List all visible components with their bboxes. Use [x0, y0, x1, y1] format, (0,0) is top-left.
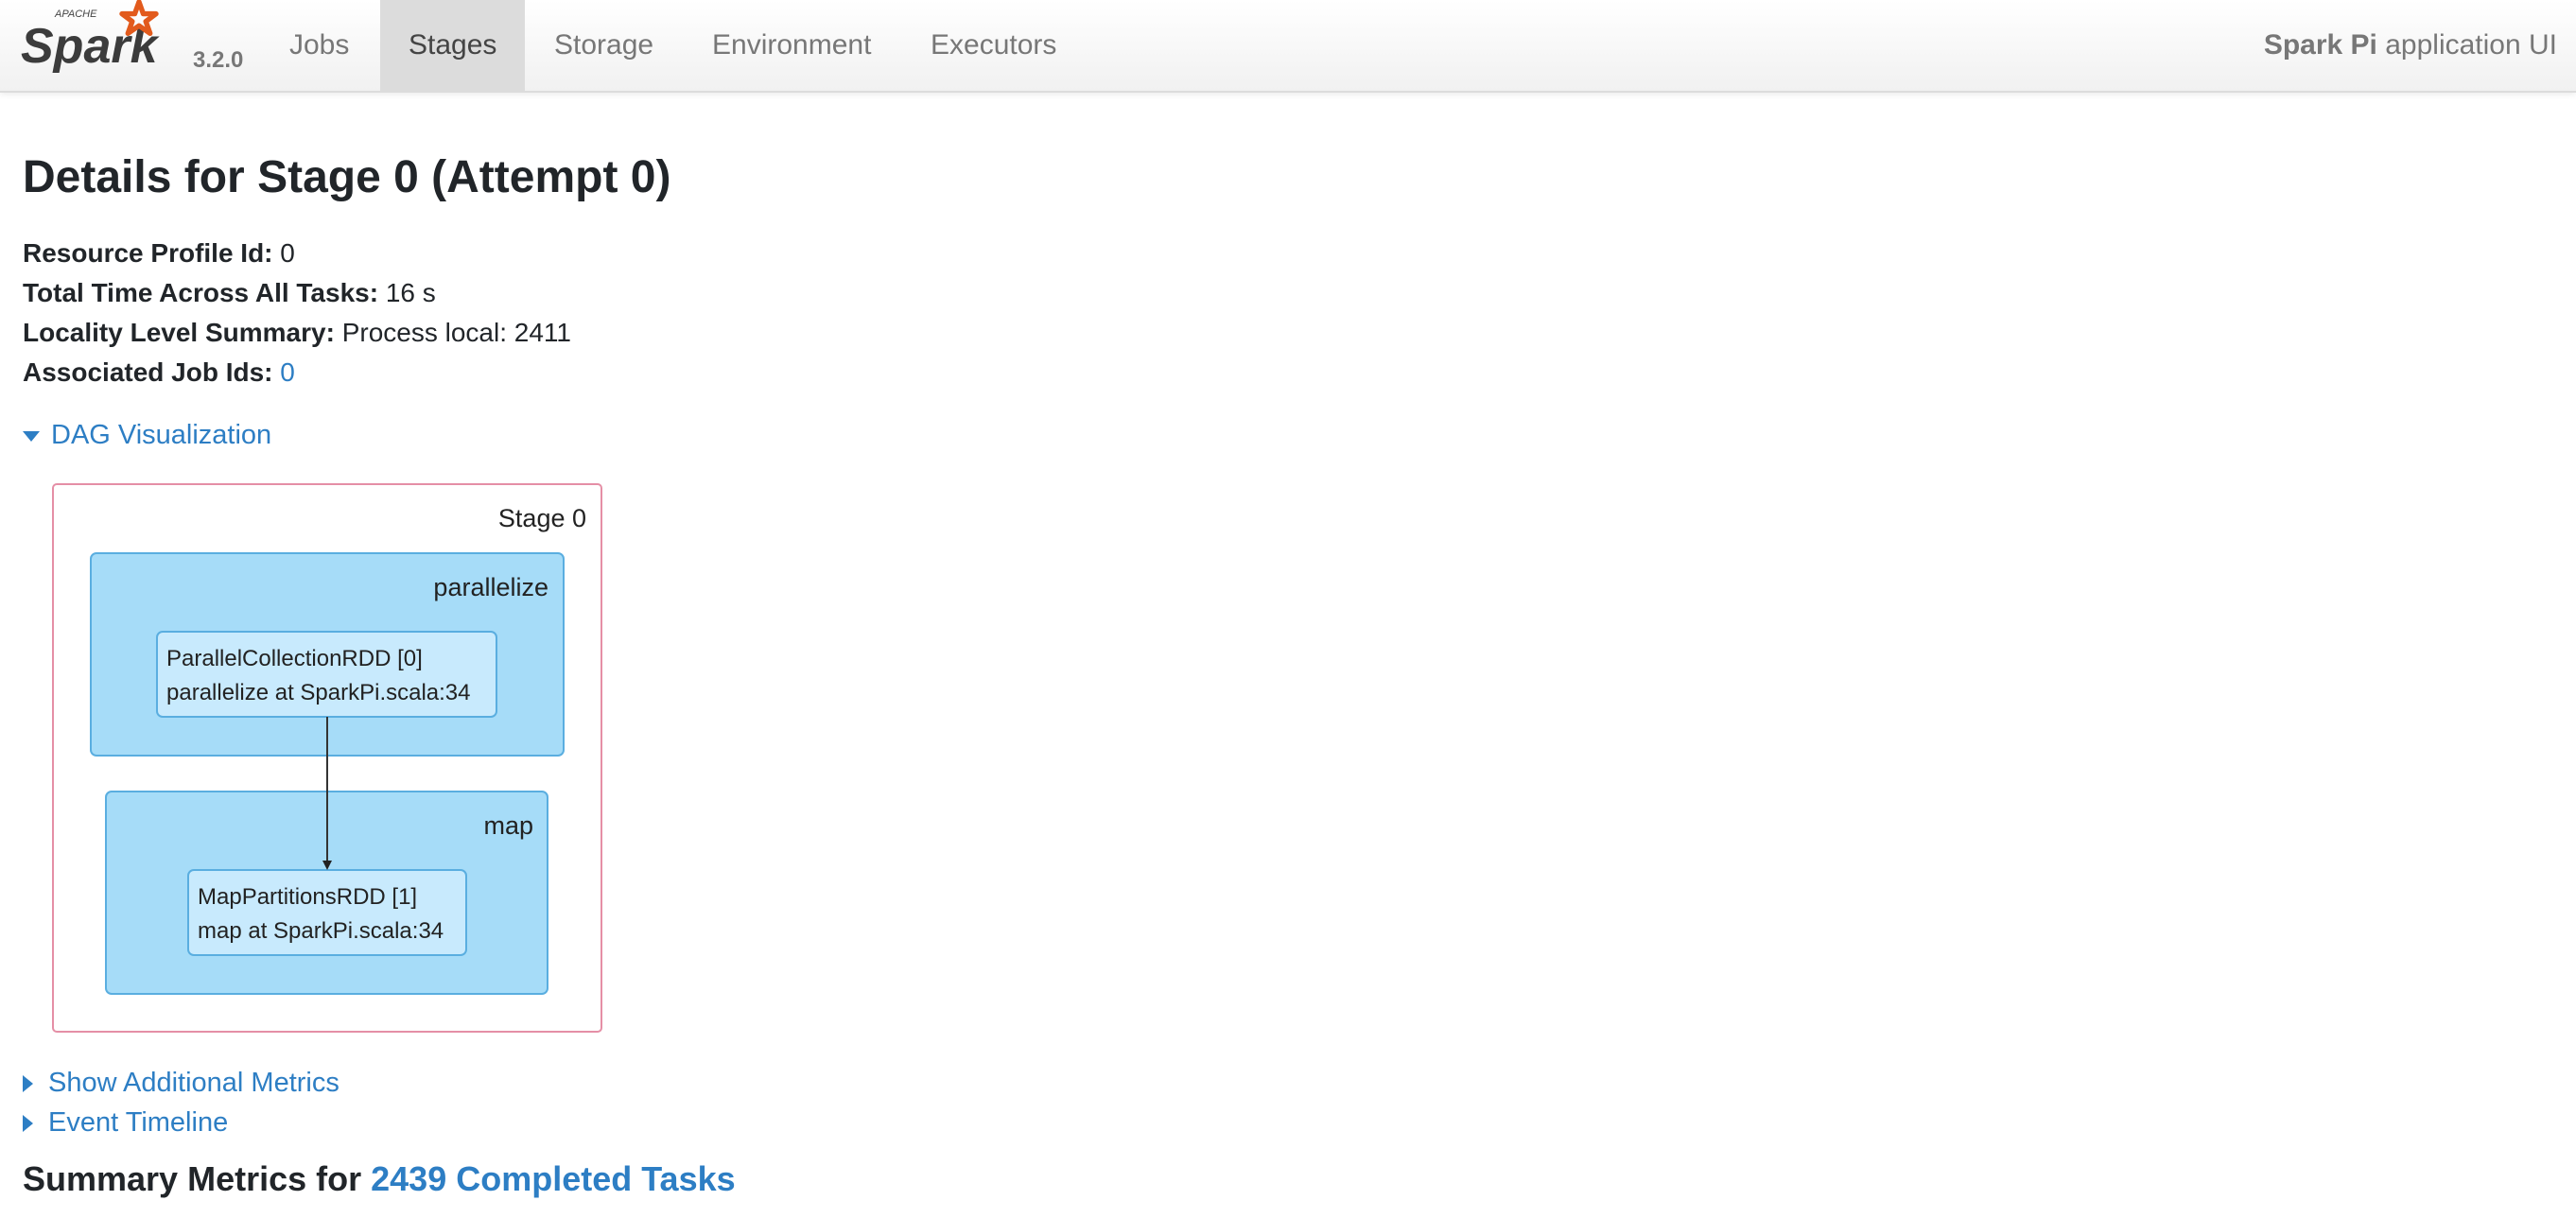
app-suffix: application UI: [2385, 29, 2557, 61]
top-navbar: APACHE Spark 3.2.0 Jobs Stages Storage E…: [0, 0, 2576, 93]
stage-label: Stage 0: [498, 504, 586, 532]
summary-metrics-prefix: Summary Metrics for: [23, 1159, 362, 1198]
summary-label: Resource Profile Id:: [23, 238, 273, 268]
summary-value: Process local: 2411: [341, 318, 571, 347]
cluster-map: [105, 791, 548, 995]
event-timeline-toggle[interactable]: Event Timeline: [23, 1107, 228, 1139]
stage-0-box: [52, 483, 602, 1033]
summary-total-time: Total Time Across All Tasks: 16 s: [23, 273, 571, 313]
rdd-node-line1: MapPartitionsRDD [1]: [198, 884, 417, 910]
collapsed-triangle-icon: [23, 1115, 33, 1133]
completed-tasks-link[interactable]: 2439 Completed Tasks: [371, 1159, 736, 1198]
page-title: Details for Stage 0 (Attempt 0): [23, 152, 671, 202]
summary-label: Locality Level Summary:: [23, 318, 335, 347]
tab-storage[interactable]: Storage: [526, 0, 682, 91]
summary-resource-profile: Resource Profile Id: 0: [23, 234, 571, 273]
rdd-node-parallel-collection: [156, 631, 497, 718]
event-timeline-label: Event Timeline: [48, 1107, 229, 1138]
version-label: 3.2.0: [193, 47, 244, 73]
rdd-node-line2: parallelize at SparkPi.scala:34: [166, 680, 471, 705]
collapsed-triangle-icon: [23, 1075, 33, 1093]
additional-metrics-label: Show Additional Metrics: [48, 1068, 339, 1098]
summary-locality: Locality Level Summary: Process local: 2…: [23, 313, 571, 353]
tab-executors[interactable]: Executors: [902, 0, 1085, 91]
app-title: Spark Pi application UI: [2264, 0, 2557, 91]
tab-jobs[interactable]: Jobs: [261, 0, 377, 91]
rdd-node-line2: map at SparkPi.scala:34: [198, 918, 444, 944]
summary-job-ids: Associated Job Ids: 0: [23, 353, 571, 392]
stage-summary: Resource Profile Id: 0 Total Time Across…: [23, 234, 571, 392]
cluster-parallelize: [90, 552, 565, 757]
summary-label: Associated Job Ids:: [23, 357, 273, 387]
rdd-node-map-partitions: [187, 869, 467, 956]
app-name: Spark Pi: [2263, 29, 2377, 61]
summary-label: Total Time Across All Tasks:: [23, 278, 379, 307]
expanded-triangle-icon: [23, 430, 40, 442]
dag-visualization-toggle[interactable]: DAG Visualization: [23, 420, 271, 451]
job-id-link[interactable]: 0: [280, 357, 295, 387]
dag-toggle-label: DAG Visualization: [51, 420, 272, 450]
summary-metrics-heading: Summary Metrics for 2439 Completed Tasks: [23, 1159, 736, 1199]
tab-environment[interactable]: Environment: [684, 0, 899, 91]
spark-logo[interactable]: APACHE Spark 3.2.0: [19, 0, 243, 91]
cluster-map-label: map: [483, 811, 533, 840]
tab-stages[interactable]: Stages: [380, 0, 526, 91]
spark-logo-icon: APACHE Spark: [21, 0, 161, 74]
summary-value: 16 s: [385, 278, 436, 307]
rdd-node-line1: ParallelCollectionRDD [0]: [166, 646, 423, 671]
cluster-parallelize-label: parallelize: [433, 573, 548, 601]
summary-value: 0: [280, 238, 295, 268]
show-additional-metrics-toggle[interactable]: Show Additional Metrics: [23, 1068, 339, 1099]
